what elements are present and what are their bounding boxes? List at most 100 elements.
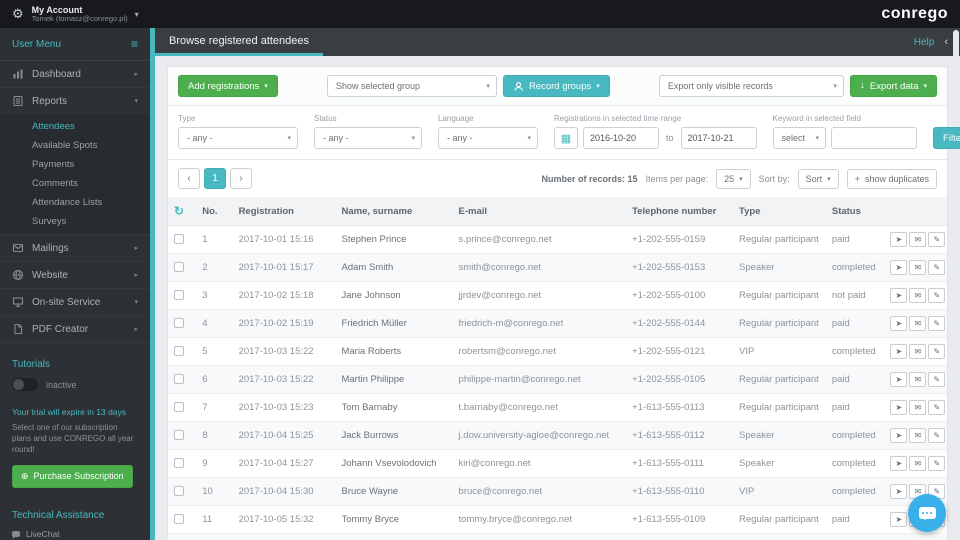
show-duplicates-button[interactable]: + show duplicates bbox=[846, 168, 937, 189]
send-message-button[interactable]: ➤ bbox=[890, 260, 908, 275]
edit-button[interactable]: ✎ bbox=[928, 232, 946, 247]
email-button[interactable]: ✉ bbox=[909, 260, 927, 275]
record-groups-button[interactable]: Record groups ▾ bbox=[502, 75, 610, 97]
email-button[interactable]: ✉ bbox=[909, 428, 927, 443]
row-checkbox[interactable] bbox=[174, 430, 184, 441]
column-header[interactable]: Status bbox=[825, 197, 883, 226]
edit-button[interactable]: ✎ bbox=[928, 260, 946, 275]
email-button[interactable]: ✉ bbox=[909, 372, 927, 387]
send-message-button[interactable]: ➤ bbox=[890, 232, 908, 247]
email-button[interactable]: ✉ bbox=[909, 344, 927, 359]
sidebar-item-reports[interactable]: Reports ▾ bbox=[0, 88, 150, 114]
email-button[interactable]: ✉ bbox=[909, 400, 927, 415]
language-filter-select[interactable]: - any - bbox=[438, 127, 538, 149]
keyword-field-select[interactable]: select bbox=[772, 127, 827, 149]
chevron-down-icon[interactable]: ▾ bbox=[135, 10, 139, 19]
send-message-button[interactable]: ➤ bbox=[890, 456, 908, 471]
content-area: Add registrations ▾ Show selected group … bbox=[155, 56, 960, 540]
edit-button[interactable]: ✎ bbox=[928, 456, 946, 471]
livechat-link[interactable]: LiveChat bbox=[12, 529, 138, 539]
sidebar-user-menu[interactable]: User Menu ≡ bbox=[0, 28, 150, 61]
column-header[interactable]: Type bbox=[733, 197, 826, 226]
chat-fab-button[interactable] bbox=[908, 494, 946, 532]
page-1-button[interactable]: 1 bbox=[204, 168, 226, 189]
account-menu[interactable]: My Account Tomek (tomasz@conrego.pl) bbox=[32, 5, 128, 24]
email-button[interactable]: ✉ bbox=[909, 316, 927, 331]
tutorials-toggle[interactable] bbox=[12, 378, 38, 391]
send-message-button[interactable]: ➤ bbox=[890, 288, 908, 303]
row-checkbox[interactable] bbox=[174, 374, 184, 385]
column-header[interactable]: No. bbox=[196, 197, 233, 226]
sidebar-item-pdf-creator[interactable]: PDF Creator ▸ bbox=[0, 316, 150, 343]
send-message-button[interactable]: ➤ bbox=[890, 512, 908, 527]
cell-no: 5 bbox=[196, 337, 233, 366]
group-select[interactable]: Show selected group bbox=[326, 75, 497, 97]
email-button[interactable]: ✉ bbox=[909, 456, 927, 471]
filter-button[interactable]: Filter bbox=[933, 127, 960, 149]
sidebar-item-surveys[interactable]: Surveys bbox=[0, 212, 150, 231]
sidebar-item-label: Reports bbox=[32, 95, 68, 107]
row-checkbox[interactable] bbox=[174, 262, 184, 273]
send-message-button[interactable]: ➤ bbox=[890, 344, 908, 359]
status-filter-select[interactable]: - any - bbox=[314, 127, 422, 149]
row-checkbox[interactable] bbox=[174, 514, 184, 525]
next-page-button[interactable]: › bbox=[230, 168, 252, 189]
column-header[interactable]: Name, surname bbox=[335, 197, 453, 226]
sidebar-item-payments[interactable]: Payments bbox=[0, 155, 150, 174]
sidebar-item-attendees[interactable]: Attendees bbox=[0, 117, 150, 136]
gear-icon[interactable]: ⚙ bbox=[12, 6, 24, 22]
sidebar-item-available-spots[interactable]: Available Spots bbox=[0, 136, 150, 155]
row-checkbox[interactable] bbox=[174, 346, 184, 357]
sidebar-item-onsite-service[interactable]: On-site Service ▾ bbox=[0, 289, 150, 316]
cell-phone: +1-202-555-0100 bbox=[626, 281, 734, 310]
collapse-chevron-icon[interactable]: ‹ bbox=[944, 36, 948, 48]
sidebar-item-mailings[interactable]: Mailings ▸ bbox=[0, 235, 150, 262]
export-scope-select[interactable]: Export only visible records bbox=[658, 75, 844, 97]
email-button[interactable]: ✉ bbox=[909, 288, 927, 303]
send-message-button[interactable]: ➤ bbox=[890, 316, 908, 331]
edit-button[interactable]: ✎ bbox=[928, 400, 946, 415]
add-registrations-button[interactable]: Add registrations ▾ bbox=[178, 75, 278, 97]
send-message-button[interactable]: ➤ bbox=[890, 428, 908, 443]
sort-select[interactable]: Sort ▾ bbox=[797, 168, 839, 189]
prev-page-button[interactable]: ‹ bbox=[178, 168, 200, 189]
calendar-button[interactable]: ▦ bbox=[554, 127, 578, 149]
refresh-icon[interactable]: ↻ bbox=[174, 204, 184, 218]
send-message-button[interactable]: ➤ bbox=[890, 484, 908, 499]
purchase-subscription-button[interactable]: ⊕ Purchase Subscription bbox=[12, 464, 133, 488]
keyword-input[interactable] bbox=[831, 127, 918, 149]
sidebar-item-comments[interactable]: Comments bbox=[0, 174, 150, 193]
cell-status: completed bbox=[825, 449, 883, 478]
cell-email: philippe-martin@conrego.net bbox=[452, 365, 627, 394]
sidebar-item-dashboard[interactable]: Dashboard ▸ bbox=[0, 61, 150, 88]
column-header[interactable]: Registration bbox=[232, 197, 336, 226]
date-to-input[interactable] bbox=[680, 127, 757, 149]
column-header[interactable]: Telephone number bbox=[626, 197, 734, 226]
sidebar-item-website[interactable]: Website ▸ bbox=[0, 262, 150, 289]
row-checkbox[interactable] bbox=[174, 458, 184, 469]
row-checkbox[interactable] bbox=[174, 486, 184, 497]
column-header[interactable]: E-mail bbox=[452, 197, 627, 226]
date-from-input[interactable] bbox=[583, 127, 659, 149]
edit-button[interactable]: ✎ bbox=[928, 344, 946, 359]
send-message-button[interactable]: ➤ bbox=[890, 372, 908, 387]
send-message-button[interactable]: ➤ bbox=[890, 400, 908, 415]
per-page-select[interactable]: 25 ▾ bbox=[716, 168, 751, 189]
type-filter-select[interactable]: - any - bbox=[178, 127, 298, 149]
paper-plane-icon: ➤ bbox=[895, 319, 903, 328]
hamburger-icon[interactable]: ≡ bbox=[131, 37, 138, 51]
edit-button[interactable]: ✎ bbox=[928, 316, 946, 331]
scrollbar-thumb[interactable] bbox=[953, 30, 959, 74]
date-range-label: Registrations in selected time range bbox=[554, 114, 682, 123]
edit-button[interactable]: ✎ bbox=[928, 428, 946, 443]
email-button[interactable]: ✉ bbox=[909, 232, 927, 247]
help-link[interactable]: Help bbox=[914, 37, 935, 48]
export-data-button[interactable]: ↓ Export data ▾ bbox=[849, 75, 937, 97]
row-checkbox[interactable] bbox=[174, 290, 184, 301]
row-checkbox[interactable] bbox=[174, 318, 184, 329]
edit-button[interactable]: ✎ bbox=[928, 372, 946, 387]
sidebar-item-attendance-lists[interactable]: Attendance Lists bbox=[0, 193, 150, 212]
row-checkbox[interactable] bbox=[174, 234, 184, 245]
edit-button[interactable]: ✎ bbox=[928, 288, 946, 303]
row-checkbox[interactable] bbox=[174, 402, 184, 413]
